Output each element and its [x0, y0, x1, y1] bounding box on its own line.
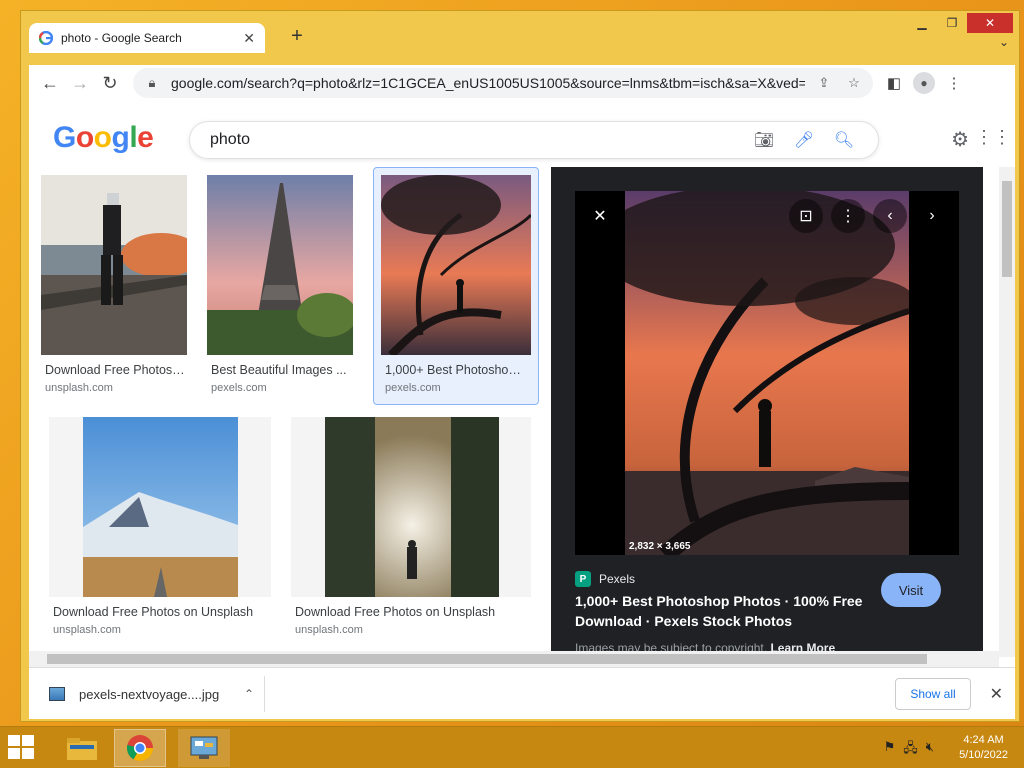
- file-explorer-icon[interactable]: [56, 729, 108, 767]
- chrome-icon[interactable]: [114, 729, 166, 767]
- result-thumbnail[interactable]: [291, 417, 531, 597]
- result-title[interactable]: Best Beautiful Images ...: [211, 363, 351, 377]
- visit-button[interactable]: Visit: [881, 573, 941, 607]
- result-source: unsplash.com: [45, 382, 113, 394]
- result-title[interactable]: 1,000+ Best Photoshop ...: [385, 363, 527, 377]
- preview-image-area[interactable]: ✕ ⊡ ⋮ ‹ › 2,832 × 3,665: [575, 191, 959, 555]
- scrollbar-thumb[interactable]: [1002, 181, 1012, 277]
- share-icon[interactable]: ⇪: [813, 75, 835, 91]
- google-header: Google 📷︎ 🎤︎ 🔍︎ ⚙ ⋮⋮: [29, 101, 1015, 167]
- clock-time: 4:24 AM: [963, 734, 1004, 746]
- apps-grid-icon[interactable]: ⋮⋮: [975, 127, 1011, 148]
- result-source: unsplash.com: [53, 624, 121, 636]
- close-shelf-icon[interactable]: ✕: [990, 684, 1003, 704]
- window-controls: ▁ ❐ ✕: [907, 13, 1013, 33]
- system-tray: ⚑ 🖧︎ 🔇︎: [884, 739, 934, 761]
- next-image-icon[interactable]: ›: [915, 199, 949, 233]
- preview-title[interactable]: 1,000+ Best Photoshop Photos · 100% Free…: [575, 591, 875, 631]
- maximize-button[interactable]: ❐: [937, 13, 967, 33]
- result-thumbnail[interactable]: [49, 417, 271, 597]
- new-tab-button[interactable]: +: [285, 25, 309, 48]
- google-favicon-icon: [39, 31, 53, 45]
- browser-window: ▁ ❐ ✕ photo - Google Search ✕ + ⌄ ← → ↻ …: [20, 10, 1020, 722]
- search-input[interactable]: [210, 131, 744, 149]
- address-bar[interactable]: 🔒︎ google.com/search?q=photo&rlz=1C1GCEA…: [133, 68, 873, 98]
- search-box: 📷︎ 🎤︎ 🔍︎: [189, 121, 879, 159]
- lens-search-icon[interactable]: ⊡: [789, 199, 823, 233]
- browser-menu-icon[interactable]: ⋮: [941, 70, 967, 96]
- image-result-card[interactable]: Best Beautiful Images ... pexels.com: [199, 167, 369, 397]
- result-thumbnail[interactable]: [381, 175, 531, 355]
- clock[interactable]: 4:24 AM 5/10/2022: [959, 733, 1008, 763]
- desktop-icon-edge: [0, 60, 12, 74]
- image-result-card[interactable]: Download Free Photos on Unsplash unsplas…: [279, 407, 531, 637]
- close-preview-icon[interactable]: ✕: [583, 199, 617, 233]
- download-item[interactable]: pexels-nextvoyage....jpg ⌃: [39, 676, 265, 712]
- camera-search-icon[interactable]: 📷︎: [744, 130, 784, 150]
- image-dimensions: 2,832 × 3,665: [629, 541, 691, 552]
- result-title[interactable]: Download Free Photos ...: [45, 363, 185, 377]
- browser-toolbar: ← → ↻ 🔒︎ google.com/search?q=photo&rlz=1…: [29, 65, 1015, 101]
- bookmark-star-icon[interactable]: ☆: [843, 75, 865, 91]
- tab-search-chevron-icon[interactable]: ⌄: [999, 35, 1009, 49]
- url-text[interactable]: google.com/search?q=photo&rlz=1C1GCEA_en…: [171, 75, 805, 91]
- download-shelf: pexels-nextvoyage....jpg ⌃ Show all ✕: [29, 667, 1015, 719]
- vertical-scrollbar[interactable]: [999, 167, 1015, 657]
- chevron-up-icon[interactable]: ⌃: [244, 687, 254, 701]
- taskbar: ⚑ 🖧︎ 🔇︎ 4:24 AM 5/10/2022: [0, 726, 1024, 768]
- clock-date: 5/10/2022: [959, 749, 1008, 761]
- image-preview-panel: ✕ ⊡ ⋮ ‹ › 2,832 × 3,665 P Pexels 1,000+ …: [551, 167, 983, 657]
- image-result-card-selected[interactable]: 1,000+ Best Photoshop ... pexels.com: [373, 167, 539, 405]
- result-source: unsplash.com: [295, 624, 363, 636]
- action-center-flag-icon[interactable]: ⚑: [884, 739, 896, 761]
- download-file-name[interactable]: pexels-nextvoyage....jpg: [79, 687, 230, 702]
- reload-button[interactable]: ↻: [95, 68, 125, 98]
- settings-gear-icon[interactable]: ⚙: [951, 127, 969, 152]
- more-options-icon[interactable]: ⋮: [831, 199, 865, 233]
- windows-start-icon[interactable]: [8, 735, 36, 761]
- search-icon[interactable]: 🔍︎: [824, 130, 864, 150]
- tab-title: photo - Google Search: [61, 31, 182, 45]
- side-panel-icon[interactable]: ◧: [881, 70, 907, 96]
- result-source: pexels.com: [385, 382, 441, 394]
- horizontal-scrollbar[interactable]: [29, 651, 999, 667]
- image-results-grid: Download Free Photos ... unsplash.com Be…: [29, 167, 551, 667]
- forward-button[interactable]: →: [65, 68, 95, 98]
- image-result-card[interactable]: Download Free Photos ... unsplash.com: [29, 167, 199, 397]
- result-title[interactable]: Download Free Photos on Unsplash: [53, 605, 273, 619]
- preview-source-name[interactable]: Pexels: [599, 572, 635, 586]
- pexels-logo-icon: P: [575, 571, 591, 587]
- result-thumbnail[interactable]: [41, 175, 187, 355]
- preview-source-row[interactable]: P Pexels: [575, 571, 635, 587]
- volume-muted-icon[interactable]: 🔇︎: [926, 739, 934, 761]
- lock-icon[interactable]: 🔒︎: [141, 75, 163, 91]
- control-panel-icon[interactable]: [178, 729, 230, 767]
- result-thumbnail[interactable]: [207, 175, 353, 355]
- previous-image-icon[interactable]: ‹: [873, 199, 907, 233]
- google-logo[interactable]: Google: [53, 121, 154, 155]
- result-title[interactable]: Download Free Photos on Unsplash: [295, 605, 515, 619]
- show-all-button[interactable]: Show all: [895, 678, 971, 710]
- active-tab[interactable]: photo - Google Search ✕: [29, 23, 265, 53]
- network-icon[interactable]: 🖧︎: [903, 739, 918, 761]
- minimize-button[interactable]: ▁: [907, 13, 937, 33]
- microphone-icon[interactable]: 🎤︎: [784, 130, 824, 150]
- close-window-button[interactable]: ✕: [967, 13, 1013, 33]
- preview-photo[interactable]: [625, 191, 909, 555]
- scrollbar-thumb[interactable]: [47, 654, 927, 664]
- profile-avatar[interactable]: ●: [913, 72, 935, 94]
- image-result-card[interactable]: Download Free Photos on Unsplash unsplas…: [29, 407, 279, 637]
- search-results-page: Google 📷︎ 🎤︎ 🔍︎ ⚙ ⋮⋮: [29, 101, 1015, 667]
- image-file-icon: [49, 687, 65, 701]
- result-source: pexels.com: [211, 382, 267, 394]
- tab-close-icon[interactable]: ✕: [243, 30, 255, 47]
- back-button[interactable]: ←: [35, 68, 65, 98]
